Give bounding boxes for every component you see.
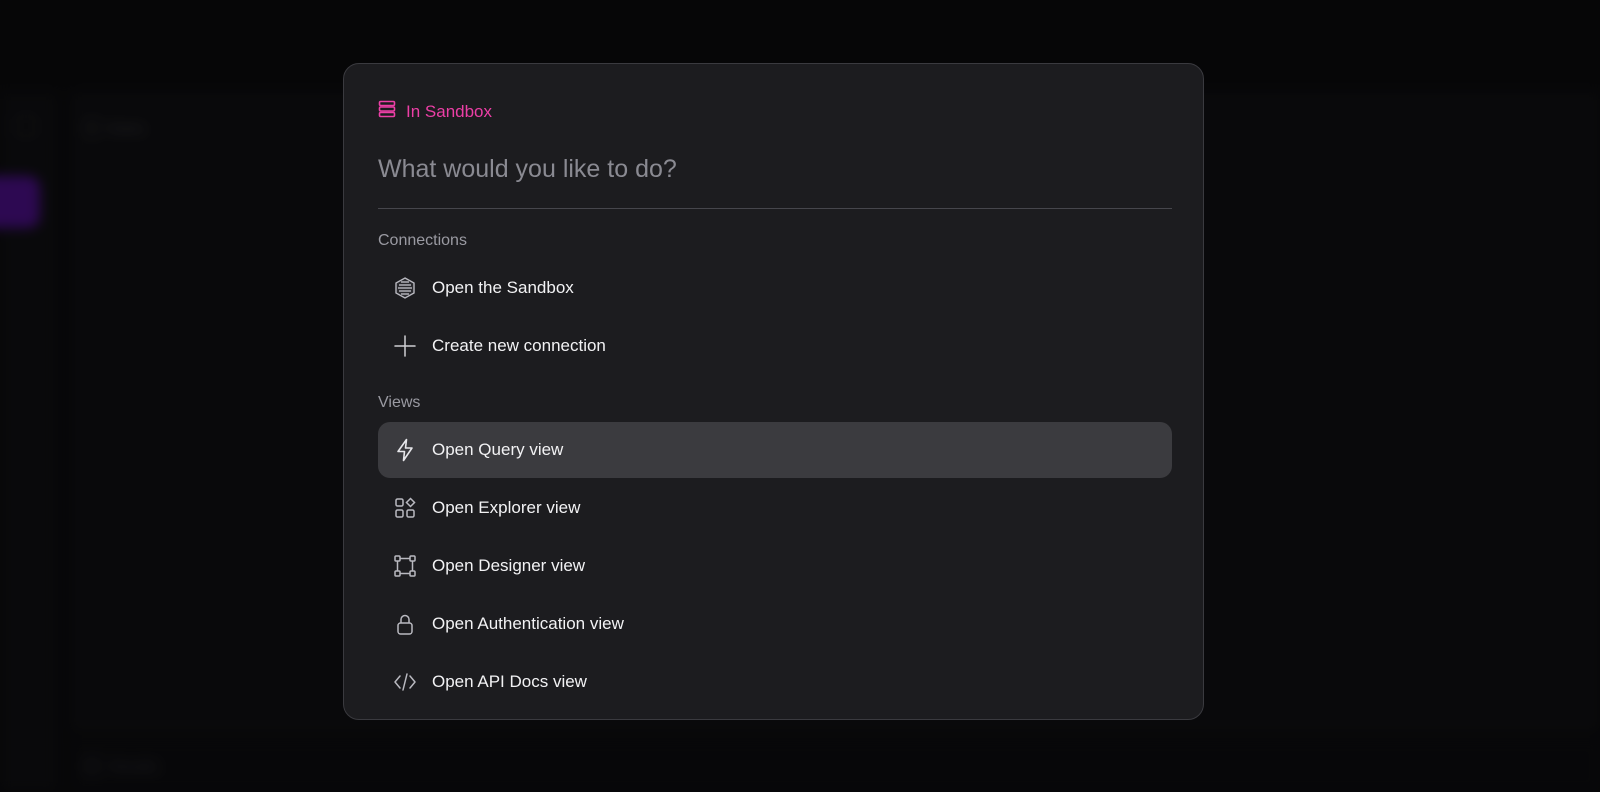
- command-label: Create new connection: [432, 336, 606, 355]
- command-label: Open API Docs view: [432, 672, 587, 691]
- section-label-views: Views: [378, 394, 421, 411]
- command-open-designer-view[interactable]: Open Designer view: [378, 538, 1172, 594]
- stack-icon: [378, 100, 396, 123]
- command-label: Open Query view: [432, 440, 564, 459]
- command-search-input[interactable]: [378, 144, 1172, 194]
- command-label: Open Authentication view: [432, 614, 624, 633]
- context-indicator: In Sandbox: [378, 100, 492, 123]
- command-palette: In Sandbox Connections Open the Sandbox …: [343, 63, 1204, 720]
- lightning-icon: [378, 422, 428, 478]
- command-create-connection[interactable]: Create new connection: [378, 318, 1172, 374]
- section-label-connections: Connections: [378, 232, 467, 249]
- context-label: In Sandbox: [406, 101, 493, 121]
- vector-nodes-icon: [378, 538, 428, 594]
- command-label: Open Designer view: [432, 556, 586, 575]
- command-open-authentication-view[interactable]: Open Authentication view: [378, 596, 1172, 652]
- search-divider: [378, 208, 1172, 209]
- grid-shapes-icon: [378, 480, 428, 536]
- hexagon-icon: [378, 260, 428, 316]
- command-label: Open the Sandbox: [432, 278, 574, 297]
- command-open-explorer-view[interactable]: Open Explorer view: [378, 480, 1172, 536]
- code-icon: [378, 654, 428, 710]
- command-open-query-view[interactable]: Open Query view: [378, 422, 1172, 478]
- lock-icon: [378, 596, 428, 652]
- command-open-sandbox[interactable]: Open the Sandbox: [378, 260, 1172, 316]
- command-label: Open Explorer view: [432, 498, 581, 517]
- command-open-api-docs-view[interactable]: Open API Docs view: [378, 654, 1172, 710]
- plus-icon: [378, 318, 428, 374]
